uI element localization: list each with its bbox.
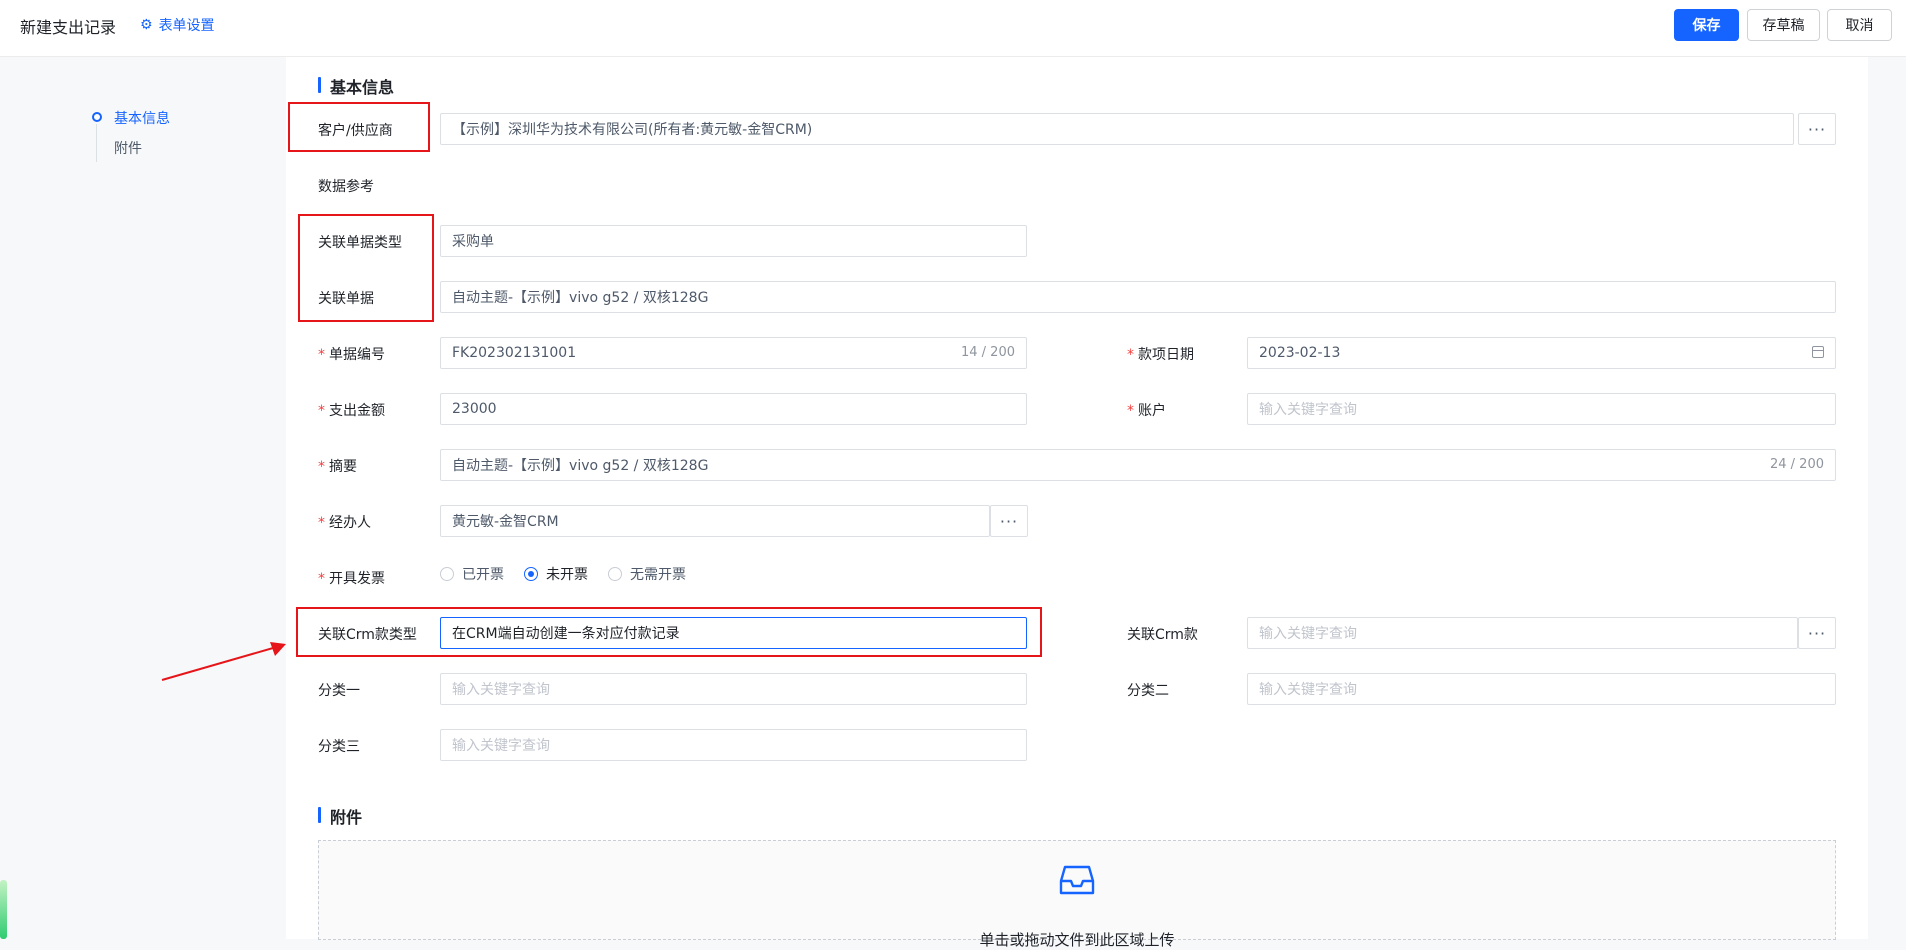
category-one-field[interactable]: 输入关键字查询	[440, 673, 1027, 705]
crm-label: 关联Crm款	[1127, 627, 1198, 643]
cancel-button[interactable]: 取消	[1827, 9, 1892, 41]
gear-icon: ⚙	[140, 17, 153, 33]
annotation-box-crm-type	[296, 607, 1042, 657]
doc-number-label: * 单据编号	[318, 347, 385, 363]
summary-counter: 24 / 200	[1770, 457, 1824, 472]
category-two-label: 分类二	[1127, 683, 1169, 699]
radio-circle-icon	[440, 567, 454, 581]
more-icon: ···	[1807, 119, 1827, 139]
category-three-field[interactable]: 输入关键字查询	[440, 729, 1027, 761]
nav-item-basic-info[interactable]: 基本信息	[114, 108, 170, 128]
more-icon: ···	[1807, 623, 1827, 643]
invoice-option-issued[interactable]: 已开票	[440, 564, 504, 584]
doc-number-field[interactable]: FK202302131001 14 / 200	[440, 337, 1027, 369]
nav-item-attachment[interactable]: 附件	[114, 138, 142, 158]
customer-field[interactable]: 【示例】深圳华为技术有限公司(所有者:黄元敏-金智CRM)	[440, 113, 1794, 145]
invoice-label: * 开具发票	[318, 571, 385, 587]
side-indicator	[0, 880, 7, 939]
category-one-label: 分类一	[318, 683, 360, 699]
invoice-option-not-issued[interactable]: 未开票	[524, 564, 588, 584]
account-label: * 账户	[1127, 403, 1166, 419]
doc-number-value: FK202302131001	[452, 345, 577, 361]
nav-track-line	[96, 124, 97, 162]
page-title: 新建支出记录	[20, 18, 117, 37]
payment-date-value: 2023-02-13	[1259, 345, 1341, 361]
data-reference-label: 数据参考	[318, 179, 374, 195]
save-button[interactable]: 保存	[1674, 9, 1739, 41]
ref-doc-type-field[interactable]: 采购单	[440, 225, 1027, 257]
handler-field[interactable]: 黄元敏-金智CRM	[440, 505, 990, 537]
payment-date-label: * 款项日期	[1127, 347, 1194, 363]
more-icon: ···	[999, 511, 1019, 531]
radio-checked-icon	[524, 567, 538, 581]
form-settings-link[interactable]: ⚙ 表单设置	[140, 15, 215, 35]
crm-more-button[interactable]: ···	[1798, 617, 1836, 649]
upload-hint: 单击或拖动文件到此区域上传	[979, 931, 1175, 949]
form-panel	[286, 57, 1868, 939]
invoice-option-not-required[interactable]: 无需开票	[608, 564, 686, 584]
handler-label: * 经办人	[318, 515, 371, 531]
payment-date-field[interactable]: 2023-02-13	[1247, 337, 1836, 369]
crm-field[interactable]: 输入关键字查询	[1247, 617, 1798, 649]
doc-number-counter: 14 / 200	[961, 345, 1015, 360]
nav-active-dot-icon	[92, 112, 102, 122]
upload-dropzone[interactable]: 单击或拖动文件到此区域上传	[318, 840, 1836, 949]
summary-field[interactable]: 自动主题-【示例】vivo g52 / 双核128G 24 / 200	[440, 449, 1836, 481]
ref-doc-field[interactable]: 自动主题-【示例】vivo g52 / 双核128G	[440, 281, 1836, 313]
calendar-icon	[1812, 346, 1824, 358]
handler-more-button[interactable]: ···	[990, 505, 1028, 537]
amount-field[interactable]: 23000	[440, 393, 1027, 425]
annotation-box-customer	[288, 102, 430, 152]
invoice-radio-group: 已开票 未开票 无需开票	[440, 564, 706, 584]
save-draft-button[interactable]: 存草稿	[1747, 9, 1820, 41]
category-two-field[interactable]: 输入关键字查询	[1247, 673, 1836, 705]
section-title-basic-info: 基本信息	[318, 74, 394, 98]
annotation-box-ref-doc	[298, 214, 434, 322]
summary-label: * 摘要	[318, 459, 357, 475]
category-three-label: 分类三	[318, 739, 360, 755]
annotation-arrow-icon	[161, 642, 286, 681]
amount-label: * 支出金额	[318, 403, 385, 419]
inbox-icon	[1059, 865, 1095, 895]
section-title-attachment: 附件	[318, 804, 362, 828]
form-settings-label: 表单设置	[158, 18, 215, 34]
account-field[interactable]: 输入关键字查询	[1247, 393, 1836, 425]
radio-circle-icon	[608, 567, 622, 581]
top-header: 新建支出记录 ⚙ 表单设置 保存 存草稿 取消	[0, 0, 1906, 57]
customer-more-button[interactable]: ···	[1798, 113, 1836, 145]
summary-value: 自动主题-【示例】vivo g52 / 双核128G	[452, 458, 709, 474]
